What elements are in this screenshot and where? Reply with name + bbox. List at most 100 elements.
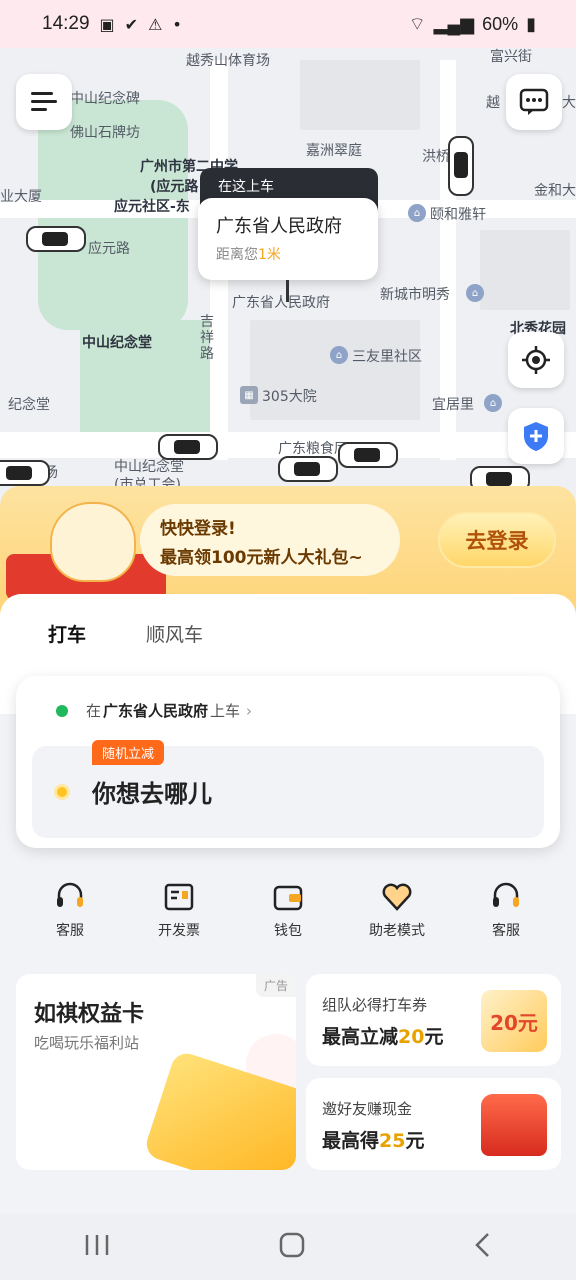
wifi-icon: ⌔	[408, 13, 426, 34]
cat-mascot-icon	[50, 502, 136, 582]
gallery-icon: ▣	[99, 14, 115, 34]
wallet-icon	[271, 880, 305, 914]
map-label: 305大院	[262, 389, 317, 405]
login-message: 快快登录! 最高领100元新人大礼包~	[140, 504, 400, 576]
signal-icon: ▂▄▆	[433, 13, 475, 34]
destination-placeholder: 你想去哪儿	[92, 780, 212, 808]
promo-invite[interactable]: 邀好友赚现金 最高得25元	[306, 1078, 561, 1170]
treasure-chest-icon	[481, 1094, 547, 1156]
taxi-car-icon	[0, 460, 50, 486]
ride-card: 在 广东省人民政府 上车 › 随机立减 你想去哪儿	[16, 676, 560, 848]
taxi-car-icon	[158, 434, 218, 460]
map-label: 越	[486, 95, 500, 111]
green-dot-icon	[56, 704, 68, 717]
destination-input[interactable]: 随机立减 你想去哪儿	[32, 740, 544, 838]
map-label: 富兴街	[490, 49, 532, 65]
status-bar: 14:29 ▣ ✔ ⚠ • ⌔ ▂▄▆ 60% ▮	[0, 0, 576, 48]
quick-invoice[interactable]: 开发票	[129, 880, 229, 940]
chevron-right-icon: ›	[246, 701, 253, 720]
promo-invite-value: 最高得25元	[322, 1130, 425, 1152]
recent-apps-button[interactable]	[83, 1233, 111, 1261]
coupon-20-icon: 20元	[481, 990, 547, 1052]
message-icon	[519, 88, 549, 115]
poi-icon: ⌂	[330, 346, 348, 364]
quick-service-2[interactable]: 客服	[456, 880, 556, 940]
promo-team-value: 最高立减20元	[322, 1026, 444, 1048]
login-button[interactable]: 去登录	[438, 512, 556, 568]
map-label: 洪桥	[422, 149, 450, 165]
back-button[interactable]	[473, 1231, 493, 1263]
tab-taxi[interactable]: 打车	[48, 620, 99, 649]
building-icon: ▦	[240, 386, 258, 404]
check-icon: ✔	[124, 14, 139, 34]
heart-icon	[380, 880, 414, 914]
map-label: 佛山石牌坊	[70, 125, 140, 141]
quick-elder-mode[interactable]: 助老模式	[347, 880, 447, 940]
map-label: 应元路	[88, 241, 130, 257]
battery-level: 60%	[482, 13, 519, 34]
map-label: 宜居里	[432, 397, 474, 413]
invoice-icon	[162, 880, 196, 914]
pickup-name: 广东省人民政府	[216, 216, 342, 237]
taxi-car-icon	[448, 136, 474, 196]
login-line2: 最高领100元新人大礼包~	[160, 548, 363, 568]
headset-icon	[489, 880, 523, 914]
promo-team-title: 组队必得打车券	[322, 996, 428, 1014]
map-label: 嘉洲翠庭	[306, 143, 362, 159]
yellow-dot-icon	[54, 784, 70, 800]
shield-icon	[524, 422, 548, 451]
home-button[interactable]	[278, 1231, 306, 1263]
pickup-bubble[interactable]: 广东省人民政府 距离您1米	[198, 198, 378, 280]
ad-badge: 广告	[255, 974, 296, 997]
map-label: 越秀山体育场	[186, 53, 270, 69]
quick-wallet[interactable]: 钱包	[238, 880, 338, 940]
promo-subtitle: 吃喝玩乐福利站	[34, 1034, 140, 1052]
map-label: 纪念堂	[8, 397, 50, 413]
dot-icon: •	[172, 14, 182, 34]
taxi-car-icon	[26, 226, 86, 252]
map-label: 吉祥路	[200, 314, 214, 362]
poi-icon: ⌂	[408, 204, 426, 222]
poi-icon: ⌂	[484, 394, 502, 412]
map-label: 中山纪念碑	[70, 91, 140, 107]
map-label: (应元路	[150, 179, 199, 195]
pickup-pin	[286, 280, 289, 302]
safety-button[interactable]	[508, 408, 564, 464]
status-time: 14:29	[42, 13, 90, 34]
map-label: 广东省人民政府	[232, 295, 330, 311]
discount-badge: 随机立减	[92, 740, 165, 765]
map-label: 应元社区-东	[114, 199, 190, 215]
promo-card-rights[interactable]: 广告 如祺权益卡 吃喝玩乐福利站	[16, 974, 296, 1170]
main-panel: 打车 顺风车 在 广东省人民政府 上车 › 随机立减 你想去哪儿 客服 开发票 …	[0, 594, 576, 1214]
warning-icon: ⚠	[148, 14, 163, 34]
login-line1: 快快登录!	[160, 519, 236, 539]
headset-icon	[53, 880, 87, 914]
map-block	[300, 60, 420, 130]
pickup-row[interactable]: 在 广东省人民政府 上车 ›	[56, 700, 252, 721]
promo-invite-title: 邀好友赚现金	[322, 1100, 413, 1118]
taxi-car-icon	[278, 456, 338, 482]
quick-service[interactable]: 客服	[20, 880, 120, 940]
menu-icon	[31, 92, 57, 111]
map-label: 业大厦	[0, 189, 42, 205]
map-label: 金和大	[534, 183, 576, 199]
map-label: 大	[562, 95, 576, 111]
map-label: 颐和雅轩	[430, 207, 486, 223]
locate-icon	[522, 346, 550, 374]
taxi-car-icon	[338, 442, 398, 468]
promo-title: 如祺权益卡	[34, 1002, 145, 1027]
poi-icon: ⌂	[466, 284, 484, 302]
message-button[interactable]	[506, 74, 562, 130]
battery-icon: ▮	[526, 13, 536, 34]
map-block	[480, 230, 570, 310]
map-view[interactable]: 越秀山体育场 富兴街 中山纪念碑 佛山石牌坊 广州市第二中学 (应元路 应元社区…	[0, 0, 576, 500]
tab-carpool[interactable]: 顺风车	[146, 620, 203, 647]
map-label: 新城市明秀	[380, 287, 450, 303]
pickup-distance: 距离您1米	[216, 247, 281, 263]
promo-team[interactable]: 组队必得打车券 最高立减20元 20元	[306, 974, 561, 1066]
map-label: 三友里社区	[352, 349, 422, 365]
system-nav-bar	[0, 1214, 576, 1280]
locate-button[interactable]	[508, 332, 564, 388]
menu-button[interactable]	[16, 74, 72, 130]
quick-actions: 客服 开发票 钱包 助老模式 客服	[0, 880, 576, 950]
